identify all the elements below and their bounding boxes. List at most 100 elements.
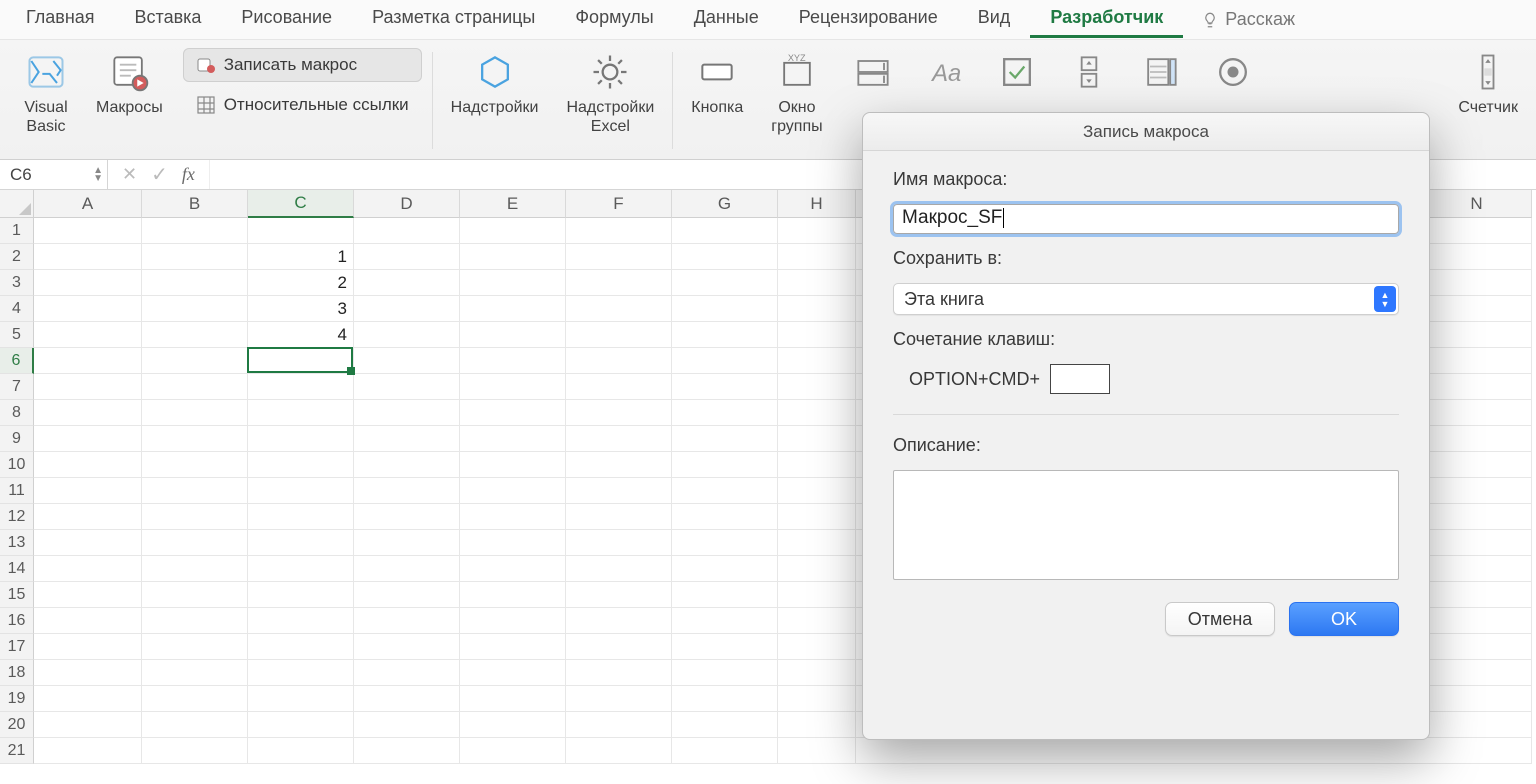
spinner-control[interactable] (1061, 48, 1117, 119)
cell[interactable] (34, 686, 142, 712)
excel-addins-button[interactable]: Надстройки Excel (560, 48, 660, 138)
checkbox-control[interactable] (989, 48, 1045, 119)
column-header[interactable]: E (460, 190, 566, 218)
button-control[interactable]: Кнопка (685, 48, 749, 119)
formula-accept-icon[interactable]: ✓ (151, 162, 168, 187)
column-header[interactable]: A (34, 190, 142, 218)
cell[interactable] (248, 686, 354, 712)
cell[interactable] (34, 322, 142, 348)
column-header[interactable]: H (778, 190, 856, 218)
cell[interactable] (460, 504, 566, 530)
cell[interactable] (34, 660, 142, 686)
cell[interactable] (142, 556, 248, 582)
cell[interactable] (354, 400, 460, 426)
cell[interactable] (1422, 530, 1532, 556)
cell[interactable] (566, 556, 672, 582)
cell[interactable] (566, 478, 672, 504)
listbox-control[interactable] (1133, 48, 1189, 119)
cell[interactable] (460, 712, 566, 738)
cell[interactable] (142, 348, 248, 374)
tab-page-layout[interactable]: Разметка страницы (352, 1, 555, 38)
cell[interactable] (672, 634, 778, 660)
cell[interactable] (672, 530, 778, 556)
macros-button[interactable]: Макросы (90, 48, 169, 119)
cell[interactable] (566, 530, 672, 556)
cell[interactable] (1422, 296, 1532, 322)
cell[interactable] (672, 582, 778, 608)
row-header[interactable]: 2 (0, 244, 34, 270)
combo-box-control[interactable] (845, 48, 901, 119)
column-header[interactable]: F (566, 190, 672, 218)
cell[interactable] (142, 478, 248, 504)
row-header[interactable]: 4 (0, 296, 34, 322)
cell[interactable] (34, 374, 142, 400)
cell[interactable] (566, 504, 672, 530)
cell[interactable] (34, 400, 142, 426)
formula-cancel-icon[interactable]: ✕ (122, 164, 137, 185)
visual-basic-button[interactable]: Visual Basic (18, 48, 74, 138)
cell[interactable] (142, 738, 248, 764)
scrollbar-control[interactable]: Счетчик (1452, 48, 1524, 119)
row-header[interactable]: 11 (0, 478, 34, 504)
tab-data[interactable]: Данные (674, 1, 779, 38)
cell[interactable] (34, 608, 142, 634)
cell[interactable] (142, 582, 248, 608)
description-textarea[interactable] (893, 470, 1399, 580)
cell[interactable] (354, 608, 460, 634)
cell[interactable] (778, 218, 856, 244)
row-header[interactable]: 6 (0, 348, 34, 374)
cell[interactable] (354, 530, 460, 556)
cell[interactable] (460, 530, 566, 556)
row-header[interactable]: 16 (0, 608, 34, 634)
cell[interactable]: 4 (248, 322, 354, 348)
cell[interactable] (566, 660, 672, 686)
cell[interactable] (248, 634, 354, 660)
row-header[interactable]: 1 (0, 218, 34, 244)
cell[interactable] (34, 452, 142, 478)
column-header[interactable]: B (142, 190, 248, 218)
cell[interactable] (566, 218, 672, 244)
cell[interactable] (248, 374, 354, 400)
cell[interactable] (1422, 582, 1532, 608)
cell[interactable] (142, 452, 248, 478)
cell[interactable] (1422, 686, 1532, 712)
cell[interactable] (778, 686, 856, 712)
cell[interactable] (460, 296, 566, 322)
column-header[interactable]: D (354, 190, 460, 218)
row-header[interactable]: 7 (0, 374, 34, 400)
row-header[interactable]: 5 (0, 322, 34, 348)
cell[interactable] (1422, 348, 1532, 374)
cell[interactable] (460, 478, 566, 504)
cell[interactable] (248, 218, 354, 244)
cell[interactable] (778, 322, 856, 348)
cell[interactable] (1422, 270, 1532, 296)
cell[interactable] (354, 738, 460, 764)
cell[interactable] (778, 556, 856, 582)
row-header[interactable]: 15 (0, 582, 34, 608)
cell[interactable] (34, 426, 142, 452)
cell[interactable] (248, 426, 354, 452)
cell[interactable] (1422, 426, 1532, 452)
cell[interactable] (248, 452, 354, 478)
cell[interactable] (354, 556, 460, 582)
cell[interactable] (248, 660, 354, 686)
cell[interactable] (672, 608, 778, 634)
row-header[interactable]: 20 (0, 712, 34, 738)
row-header[interactable]: 10 (0, 452, 34, 478)
cell[interactable] (354, 660, 460, 686)
tab-draw[interactable]: Рисование (221, 1, 352, 38)
cell[interactable] (1422, 660, 1532, 686)
cell[interactable] (778, 712, 856, 738)
label-control[interactable]: Aa (917, 48, 973, 119)
cell[interactable] (248, 478, 354, 504)
cell[interactable] (1422, 374, 1532, 400)
cell[interactable] (248, 348, 354, 374)
cell[interactable] (1422, 556, 1532, 582)
cell[interactable] (354, 374, 460, 400)
cell[interactable] (460, 738, 566, 764)
cell[interactable] (1422, 634, 1532, 660)
cell[interactable] (672, 322, 778, 348)
cell[interactable] (672, 738, 778, 764)
cell[interactable] (1422, 244, 1532, 270)
cell[interactable] (672, 556, 778, 582)
